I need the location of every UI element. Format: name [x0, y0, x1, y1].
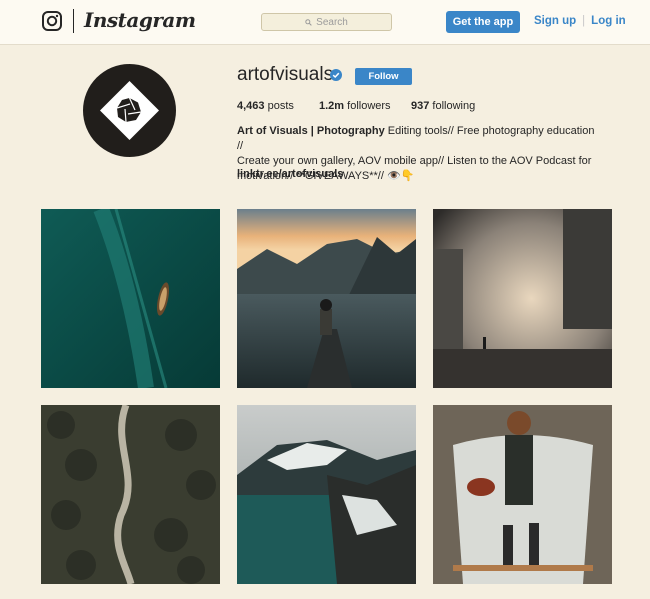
- signup-link[interactable]: Sign up: [534, 15, 576, 27]
- post-image: [237, 405, 416, 584]
- post-image: [237, 209, 416, 388]
- post-thumbnail[interactable]: [433, 209, 612, 388]
- instagram-camera-icon[interactable]: [42, 11, 62, 31]
- avatar[interactable]: [83, 64, 176, 157]
- get-the-app-button[interactable]: Get the app: [446, 11, 520, 33]
- followers-stat[interactable]: 1.2m followers: [319, 100, 391, 112]
- following-stat[interactable]: 937 following: [411, 100, 475, 112]
- post-image: [41, 405, 220, 584]
- post-image: [41, 209, 220, 388]
- post-thumbnail[interactable]: [433, 405, 612, 584]
- followers-label: followers: [347, 100, 391, 112]
- auth-links: Sign up | Log in: [534, 15, 626, 27]
- post-thumbnail[interactable]: [41, 209, 220, 388]
- post-image: [433, 209, 612, 388]
- followers-count: 1.2m: [319, 100, 345, 112]
- verified-badge-icon: [330, 69, 342, 81]
- posts-count: 4,463: [237, 100, 265, 112]
- follow-button[interactable]: Follow: [355, 68, 412, 85]
- auth-separator: |: [582, 15, 586, 27]
- bio-line-2: Create your own gallery, AOV mobile app/…: [237, 155, 592, 167]
- post-thumbnail[interactable]: [237, 209, 416, 388]
- search-input[interactable]: Search: [261, 13, 392, 31]
- post-thumbnail[interactable]: [237, 405, 416, 584]
- nav-divider: [73, 9, 74, 33]
- profile-link[interactable]: linktr.ee/artofvisuals: [237, 168, 343, 180]
- following-count: 937: [411, 100, 430, 112]
- posts-label: posts: [267, 100, 294, 112]
- post-image: [433, 405, 612, 584]
- profile-username: artofvisuals: [237, 64, 334, 85]
- top-nav: Instagram Search Get the app Sign up | L…: [0, 0, 650, 45]
- display-name: Art of Visuals | Photography: [237, 125, 385, 137]
- instagram-wordmark[interactable]: Instagram: [84, 8, 196, 32]
- search-placeholder: Search: [316, 16, 348, 28]
- aov-logo-icon: [100, 81, 159, 140]
- login-link[interactable]: Log in: [591, 15, 626, 27]
- posts-stat: 4,463 posts: [237, 100, 294, 112]
- search-icon: [305, 18, 312, 26]
- post-thumbnail[interactable]: [41, 405, 220, 584]
- following-label: following: [432, 100, 476, 112]
